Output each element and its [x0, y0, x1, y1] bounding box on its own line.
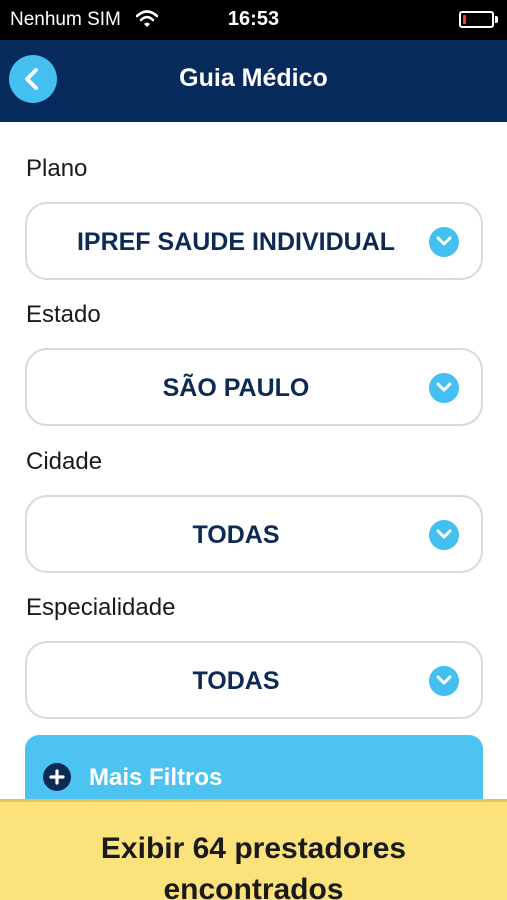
plus-circle-icon [43, 763, 71, 791]
especialidade-label: Especialidade [26, 594, 176, 621]
results-label: Exibir 64 prestadores encontrados [0, 828, 507, 900]
chevron-down-icon [429, 666, 459, 696]
estado-label: Estado [26, 301, 101, 328]
show-results-button[interactable]: Exibir 64 prestadores encontrados [0, 799, 507, 900]
chevron-down-icon [429, 373, 459, 403]
plano-select[interactable]: IPREF SAUDE INDIVIDUAL [25, 202, 483, 280]
cidade-value: TODAS [192, 521, 280, 549]
more-filters-label: Mais Filtros [89, 764, 223, 791]
estado-value: SÃO PAULO [162, 374, 310, 402]
status-bar: Nenhum SIM 16:53 [0, 0, 507, 40]
cidade-label: Cidade [26, 448, 103, 475]
page-title: Guia Médico [179, 64, 328, 92]
clock: 16:53 [227, 8, 280, 30]
results-line-1: Exibir 64 prestadores [100, 832, 407, 865]
plano-label: Plano [26, 155, 88, 182]
battery-level [463, 15, 466, 24]
nav-bar: Guia Médico [0, 40, 507, 122]
estado-select[interactable]: SÃO PAULO [25, 348, 483, 426]
battery-tip [495, 16, 498, 23]
battery-icon [459, 11, 494, 28]
chevron-down-icon [429, 227, 459, 257]
especialidade-value: TODAS [192, 667, 280, 695]
cidade-select[interactable]: TODAS [25, 495, 483, 573]
plano-value: IPREF SAUDE INDIVIDUAL [76, 228, 396, 256]
results-line-2: encontrados [163, 873, 344, 900]
chevron-down-icon [429, 520, 459, 550]
especialidade-select[interactable]: TODAS [25, 641, 483, 719]
